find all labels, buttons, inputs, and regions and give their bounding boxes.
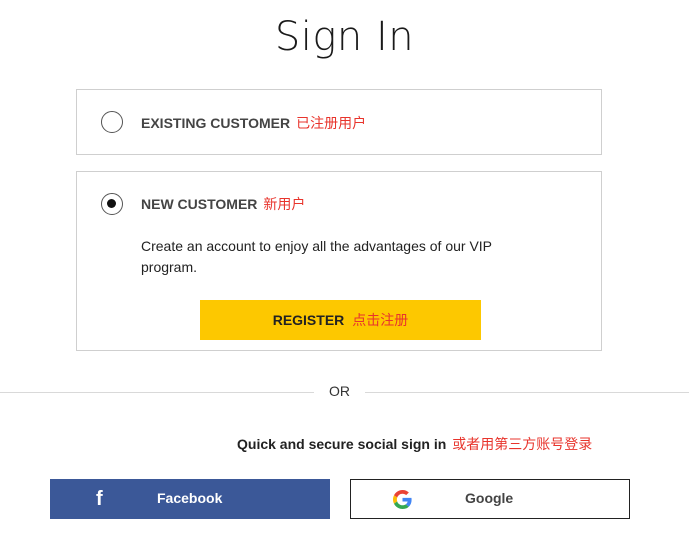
- register-button[interactable]: REGISTER 点击注册: [200, 300, 481, 340]
- social-signin-caption-cn: 或者用第三方账号登录: [452, 437, 593, 453]
- social-signin-caption: Quick and secure social sign in: [237, 436, 447, 452]
- or-divider: OR: [0, 382, 689, 402]
- divider-line-left: [0, 392, 314, 393]
- divider-line-right: [365, 392, 689, 393]
- google-button-label: Google: [465, 490, 514, 506]
- existing-customer-label-cn: 已注册用户: [296, 116, 367, 132]
- google-signin-button[interactable]: Google: [350, 479, 630, 519]
- new-customer-label-cn: 新用户: [263, 197, 306, 213]
- new-customer-description: Create an account to enjoy all the advan…: [141, 238, 492, 275]
- existing-customer-radio[interactable]: [101, 111, 123, 133]
- facebook-f-icon: f: [96, 488, 103, 510]
- page-title: Sign In: [274, 14, 415, 60]
- new-customer-label-group: NEW CUSTOMER 新用户: [141, 195, 305, 214]
- register-button-label: REGISTER: [272, 312, 345, 328]
- new-customer-radio[interactable]: [101, 193, 123, 215]
- google-g-icon: [393, 490, 412, 509]
- existing-customer-option[interactable]: EXISTING CUSTOMER 已注册用户: [76, 89, 602, 155]
- new-customer-label: NEW CUSTOMER: [141, 196, 258, 212]
- facebook-signin-button[interactable]: f Facebook: [50, 479, 330, 519]
- register-button-label-cn: 点击注册: [352, 313, 409, 329]
- radio-selected-dot: [107, 199, 116, 208]
- or-divider-text: OR: [329, 383, 350, 399]
- facebook-button-label: Facebook: [157, 490, 223, 506]
- social-signin-caption-group: Quick and secure social sign in 或者用第三方账号登…: [237, 435, 592, 454]
- existing-customer-label-group: EXISTING CUSTOMER 已注册用户: [141, 114, 366, 133]
- existing-customer-label: EXISTING CUSTOMER: [141, 115, 291, 131]
- new-customer-option[interactable]: NEW CUSTOMER 新用户 Create an account to enj…: [76, 171, 602, 351]
